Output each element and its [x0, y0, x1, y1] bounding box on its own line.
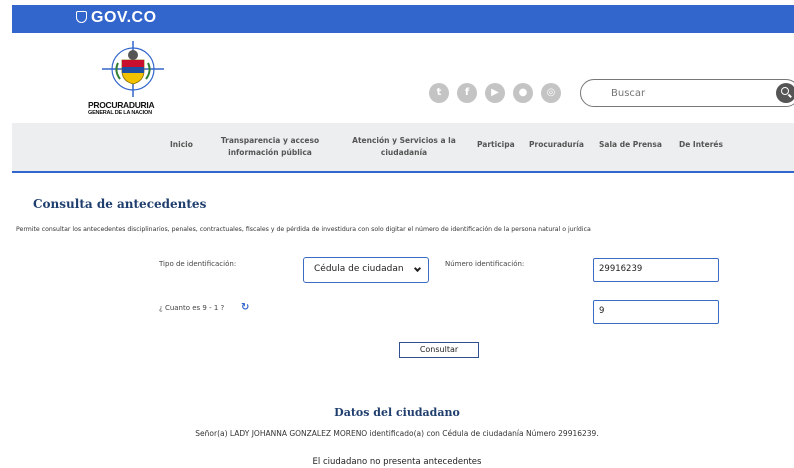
id-number-input[interactable]: 29916239	[593, 258, 719, 282]
gov-co-logo[interactable]: GOV.CO	[76, 9, 157, 27]
gov-co-bar: GOV.CO	[12, 5, 794, 33]
refresh-captcha-icon[interactable]: ↻	[241, 302, 249, 313]
twitter-icon[interactable]: t	[429, 83, 449, 103]
page-title: Consulta de antecedentes	[33, 197, 207, 211]
nav-item-atencion[interactable]: Atención y Servicios a la ciudadanía	[341, 135, 467, 159]
flickr-icon[interactable]: ●	[513, 83, 533, 103]
captcha-label: ¿ Cuanto es 9 - 1 ?	[159, 304, 225, 312]
nav-item-sala-de-prensa[interactable]: Sala de Prensa	[599, 139, 662, 151]
nav-item-inicio[interactable]: Inicio	[170, 139, 193, 151]
search-icon[interactable]	[776, 83, 794, 103]
search-input[interactable]	[611, 85, 761, 101]
id-type-value: Cédula de ciudadan	[314, 264, 404, 274]
result-status: El ciudadano no presenta antecedentes	[312, 457, 482, 467]
coat-of-arms-icon	[102, 41, 164, 97]
logo-name: PROCURADURIA	[88, 100, 155, 110]
search-box	[580, 79, 794, 107]
consultar-button[interactable]: Consultar	[399, 342, 479, 358]
facebook-icon[interactable]: f	[457, 83, 477, 103]
gov-co-text: GOV.CO	[91, 9, 157, 26]
chevron-down-icon	[413, 264, 422, 273]
procuraduria-logo[interactable]: PROCURADURIA GENERAL DE LA NACION	[88, 37, 178, 117]
id-type-select[interactable]: Cédula de ciudadan	[303, 257, 429, 283]
nav-item-de-interes[interactable]: De Interés	[679, 139, 723, 151]
id-type-label: Tipo de identificación:	[159, 260, 237, 268]
nav-item-participa[interactable]: Participa	[477, 139, 515, 151]
instagram-icon[interactable]: ◎	[541, 83, 561, 103]
shield-icon	[76, 11, 87, 23]
site-header: PROCURADURIA GENERAL DE LA NACION t f ▶ …	[12, 33, 794, 123]
id-number-label: Número identificación:	[445, 260, 525, 268]
page-description: Permite consultar los antecedentes disci…	[16, 226, 591, 233]
youtube-icon[interactable]: ▶	[485, 83, 505, 103]
nav-item-transparencia[interactable]: Transparencia y acceso información públi…	[207, 135, 333, 159]
nav-item-procuraduria[interactable]: Procuraduría	[529, 139, 584, 151]
logo-subtitle: GENERAL DE LA NACION	[88, 110, 152, 116]
result-title: Datos del ciudadano	[334, 406, 460, 419]
main-nav: Inicio Transparencia y acceso informació…	[12, 123, 794, 173]
captcha-input[interactable]: 9	[593, 300, 719, 324]
citizen-details: Señor(a) LADY JOHANNA GONZALEZ MORENO id…	[195, 429, 599, 438]
